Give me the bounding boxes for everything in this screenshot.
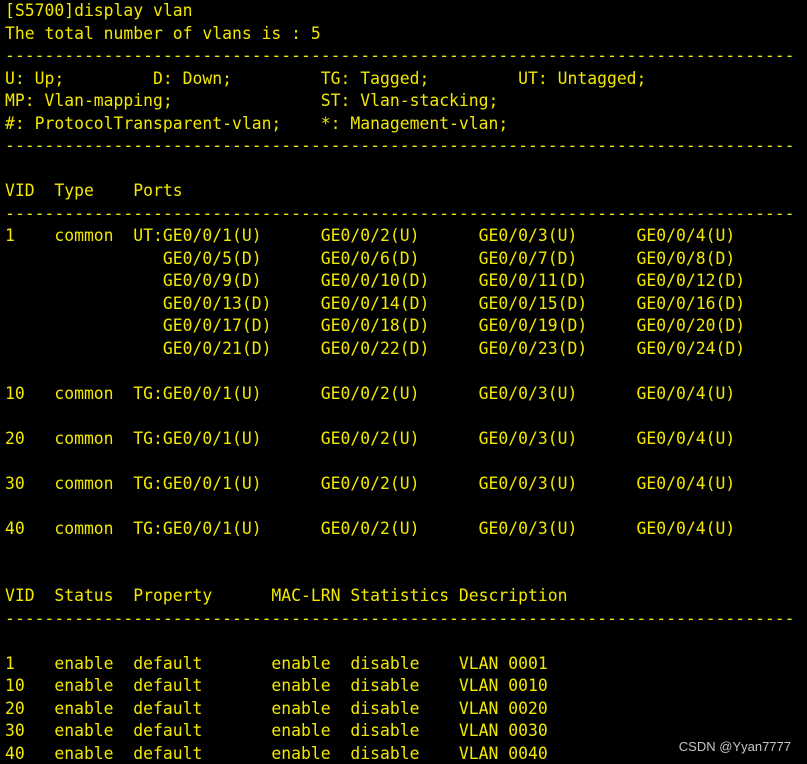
legend-line: #: ProtocolTransparent-vlan; *: Manageme… <box>5 113 509 133</box>
ports-table-row: 30 common TG:GE0/0/1(U) GE0/0/2(U) GE0/0… <box>5 473 736 493</box>
status-table-row: 30 enable default enable disable VLAN 00… <box>5 721 548 740</box>
terminal-window[interactable]: [S5700]display vlan The total number of … <box>0 0 807 764</box>
terminal-line: [S5700]display vlan <box>5 1 193 20</box>
ports-table-row: 10 common TG:GE0/0/1(U) GE0/0/2(U) GE0/0… <box>5 383 736 403</box>
status-table-row: 10 enable default enable disable VLAN 00… <box>5 676 548 695</box>
separator-line: ----------------------------------------… <box>5 203 795 223</box>
ports-table-row: GE0/0/5(D) GE0/0/6(D) GE0/0/7(D) GE0/0/8… <box>5 248 736 268</box>
separator-line: ----------------------------------------… <box>5 46 795 65</box>
legend-line: U: Up; D: Down; TG: Tagged; UT: Untagged… <box>5 68 647 88</box>
legend-line: MP: Vlan-mapping; ST: Vlan-stacking; <box>5 91 499 110</box>
status-table-row: 20 enable default enable disable VLAN 00… <box>5 698 548 718</box>
status-table-row: 1 enable default enable disable VLAN 000… <box>5 653 548 673</box>
ports-table-header: VID Type Ports <box>5 181 183 200</box>
ports-table-row: GE0/0/13(D) GE0/0/14(D) GE0/0/15(D) GE0/… <box>5 293 746 313</box>
ports-table-row: 20 common TG:GE0/0/1(U) GE0/0/2(U) GE0/0… <box>5 428 736 448</box>
watermark-text: CSDN @Yyan7777 <box>678 739 791 754</box>
separator-line: ----------------------------------------… <box>5 136 795 155</box>
ports-table-row: 40 common TG:GE0/0/1(U) GE0/0/2(U) GE0/0… <box>5 518 736 538</box>
ports-table-row: 1 common UT:GE0/0/1(U) GE0/0/2(U) GE0/0/… <box>5 226 736 245</box>
ports-table-row: GE0/0/21(D) GE0/0/22(D) GE0/0/23(D) GE0/… <box>5 338 746 358</box>
status-table-row: 40 enable default enable disable VLAN 00… <box>5 743 548 763</box>
ports-table-row: GE0/0/17(D) GE0/0/18(D) GE0/0/19(D) GE0/… <box>5 316 746 335</box>
terminal-line: The total number of vlans is : 5 <box>5 23 321 43</box>
separator-line: ----------------------------------------… <box>5 608 795 628</box>
status-table-header: VID Status Property MAC-LRN Statistics D… <box>5 586 568 605</box>
ports-table-row: GE0/0/9(D) GE0/0/10(D) GE0/0/11(D) GE0/0… <box>5 271 746 290</box>
